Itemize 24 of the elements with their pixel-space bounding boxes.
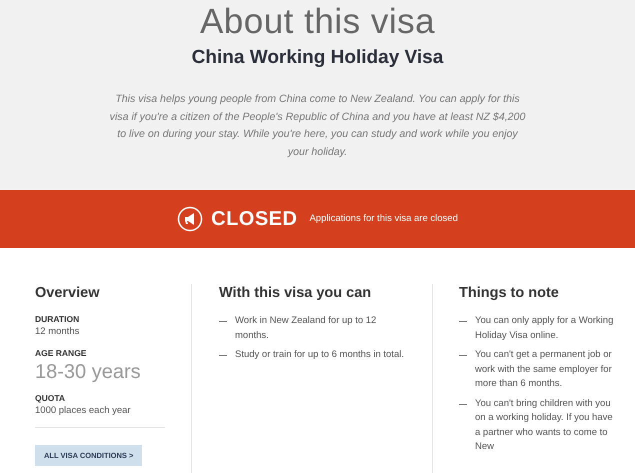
status-message: Applications for this visa are closed [309,212,458,226]
section-heading: Things to note [459,284,560,302]
status-label: CLOSED [211,207,298,232]
fact-label: AGE RANGE [35,348,88,359]
fact-value: 18-30 years [35,360,142,385]
section-heading: With this visa you can [219,284,372,302]
list-item-text: Work in New Zealand for up to 12 months. [235,314,378,342]
intro-paragraph: This visa helps young people from China come to New Zealand. You can apply for this visa if you're a citizen of the People's Republic of China and you have at least NZ $4,200 to live on during your stay. While you're here, you can study and work while you enjoy your holiday. [108,92,526,160]
dash-icon [459,321,467,322]
dash-icon [459,355,467,356]
dash-icon [219,355,227,356]
dash-icon [219,321,227,322]
list-item-text: Study or train for up to 6 months in total. [235,348,404,362]
megaphone-icon [177,206,204,232]
list-item-text: You can't get a permanent job or work with the same employer for more than 6 months. [475,348,613,391]
fact-value: 1000 places each year [35,404,132,418]
fact-label: QUOTA [35,393,66,404]
fact-label: DURATION [35,314,80,325]
list-item-text: You can only apply for a Working Holiday Visa online. [475,314,614,342]
section-heading: Overview [35,284,100,302]
list-item-text: You can't bring children with you on a working holiday. If you have a partner who wants to come to New [475,396,614,454]
page-title: About this visa [198,2,436,42]
fact-value: 12 months [35,325,80,339]
visa-name: China Working Holiday Visa [190,46,444,70]
